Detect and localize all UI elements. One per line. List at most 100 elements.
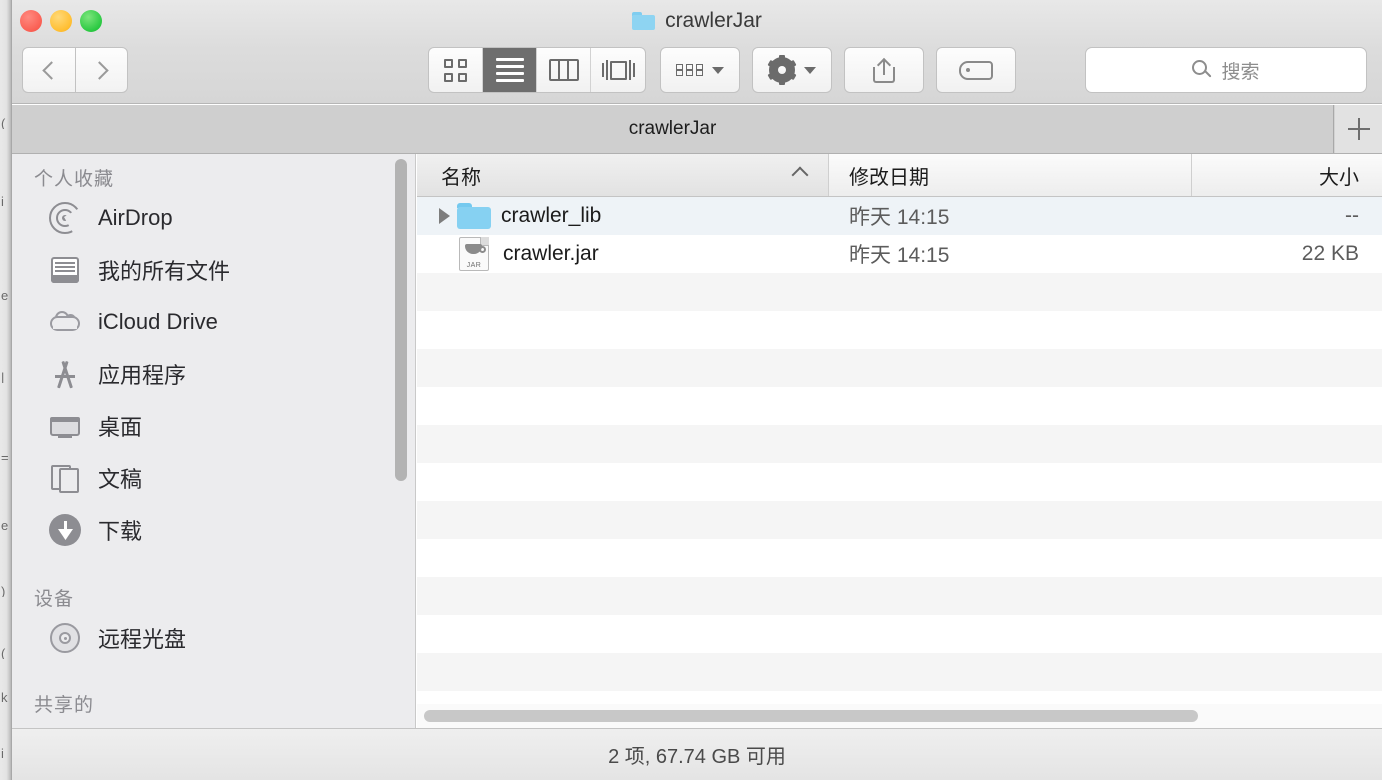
chevron-down-icon (712, 66, 724, 74)
sidebar-section-favorites-header: 个人收藏 (34, 168, 115, 190)
arrange-grid-icon (676, 64, 703, 76)
sidebar-item-applications[interactable]: 应用程序 (12, 348, 415, 400)
window-title-text: crawlerJar (665, 9, 762, 32)
view-mode-segmented-control (428, 47, 646, 93)
all-my-files-icon (48, 253, 82, 287)
row-date-cell: 昨天 14:15 (849, 244, 950, 267)
empty-row[interactable] (417, 425, 1382, 463)
empty-row[interactable] (417, 501, 1382, 539)
finder-window: crawlerJar 搜索 crawlerJar 个人收藏 AirDrop 我的… (12, 0, 1382, 780)
action-menu-button[interactable] (752, 47, 832, 93)
desktop-background: ( i e | = e ) ( k i crawlerJar 搜索 crawle… (0, 0, 1382, 780)
coverflow-view-button[interactable] (591, 48, 645, 92)
column-header-label: 名称 (441, 166, 481, 189)
gear-icon (767, 55, 796, 85)
empty-row[interactable] (417, 273, 1382, 311)
window-titlebar: crawlerJar 搜索 (12, 0, 1382, 104)
icloud-icon (48, 305, 82, 339)
column-view-button[interactable] (537, 48, 591, 92)
share-button[interactable] (844, 47, 924, 93)
empty-row[interactable] (417, 539, 1382, 577)
search-placeholder: 搜索 (1221, 61, 1260, 83)
empty-row[interactable] (417, 615, 1382, 653)
row-name-cell: crawler_lib (417, 203, 829, 229)
search-icon (1192, 60, 1213, 80)
sidebar-item-desktop[interactable]: 桌面 (12, 400, 415, 452)
sidebar-item-label: 应用程序 (98, 363, 187, 388)
background-window-sliver[interactable]: ( i e | = e ) ( k i (0, 0, 12, 780)
search-field[interactable]: 搜索 (1085, 47, 1367, 93)
column-header-name[interactable]: 名称 (417, 154, 829, 196)
coverflow-view-icon (601, 60, 635, 80)
column-header-size[interactable]: 大小 (1192, 154, 1381, 196)
table-row[interactable]: crawler_lib 昨天 14:15 -- (417, 197, 1382, 235)
table-row[interactable]: JAR crawler.jar 昨天 14:15 22 KB (417, 235, 1382, 273)
column-header-date[interactable]: 修改日期 (829, 154, 1192, 196)
file-name: crawler_lib (501, 204, 602, 227)
sidebar-item-icloud-drive[interactable]: iCloud Drive (12, 296, 415, 348)
documents-icon (48, 461, 82, 495)
desktop-icon (48, 409, 82, 443)
forward-button[interactable] (75, 47, 128, 93)
icon-view-icon (444, 58, 467, 82)
empty-row[interactable] (417, 653, 1382, 691)
airdrop-icon (48, 201, 93, 237)
sidebar-scrollbar[interactable] (395, 159, 407, 481)
tag-button[interactable] (936, 47, 1016, 93)
sidebar-item-airdrop[interactable]: AirDrop (12, 192, 415, 244)
empty-row[interactable] (417, 387, 1382, 425)
list-view-icon (495, 58, 524, 82)
chevron-down-icon (803, 66, 816, 74)
tag-icon (959, 60, 993, 80)
horizontal-scrollbar-track[interactable] (417, 704, 1382, 728)
icon-view-button[interactable] (429, 48, 483, 92)
sort-ascending-icon (791, 166, 809, 184)
sidebar-item-all-my-files[interactable]: 我的所有文件 (12, 244, 415, 296)
sidebar-item-downloads[interactable]: 下载 (12, 504, 415, 556)
navigation-buttons (22, 47, 128, 93)
downloads-icon (48, 513, 82, 547)
row-size-cell: 22 KB (1301, 242, 1359, 265)
sidebar-section-devices-header: 设备 (34, 588, 75, 610)
column-view-icon (548, 59, 579, 81)
tab-crawlerjar[interactable]: crawlerJar (12, 105, 1334, 153)
empty-row[interactable] (417, 577, 1382, 615)
status-bar: 2 项, 67.74 GB 可用 (12, 728, 1382, 780)
row-name-cell: JAR crawler.jar (417, 237, 829, 271)
sidebar-item-documents[interactable]: 文稿 (12, 452, 415, 504)
window-title: crawlerJar (12, 5, 1382, 37)
sidebar: 个人收藏 AirDrop 我的所有文件 iCloud Drive 应用程序 桌面… (12, 154, 416, 728)
remote-disc-icon (48, 621, 82, 655)
sidebar-item-label: 文稿 (98, 467, 143, 492)
tab-bar: crawlerJar (12, 105, 1382, 154)
new-tab-button[interactable] (1335, 105, 1382, 153)
row-size-cell: -- (1345, 204, 1359, 227)
folder-icon (457, 203, 491, 229)
empty-row[interactable] (417, 349, 1382, 387)
share-icon (873, 57, 895, 83)
status-text: 2 项, 67.74 GB 可用 (608, 746, 786, 768)
file-list: 名称 修改日期 大小 crawler_lib 昨天 14:15 -- JAR c… (417, 154, 1382, 728)
chevron-left-icon (41, 60, 61, 80)
empty-row[interactable] (417, 463, 1382, 501)
sidebar-item-label: 下载 (98, 519, 143, 544)
horizontal-scrollbar-thumb[interactable] (424, 710, 1198, 722)
column-header-label: 大小 (1319, 166, 1359, 189)
plus-icon (1347, 118, 1370, 140)
applications-icon (48, 357, 82, 391)
sidebar-item-label: AirDrop (98, 205, 173, 230)
sidebar-item-label: 远程光盘 (98, 627, 187, 652)
empty-row[interactable] (417, 311, 1382, 349)
triangle-right-icon (438, 208, 450, 224)
disclosure-triangle[interactable] (431, 208, 457, 224)
tab-label: crawlerJar (628, 118, 717, 139)
sidebar-item-label: 我的所有文件 (98, 259, 231, 284)
folder-icon (632, 12, 656, 30)
jar-file-icon: JAR (459, 237, 489, 271)
list-view-button[interactable] (483, 48, 537, 92)
file-name: crawler.jar (503, 242, 599, 265)
sidebar-item-remote-disc[interactable]: 远程光盘 (12, 612, 415, 664)
back-button[interactable] (22, 47, 75, 93)
arrange-button[interactable] (660, 47, 740, 93)
